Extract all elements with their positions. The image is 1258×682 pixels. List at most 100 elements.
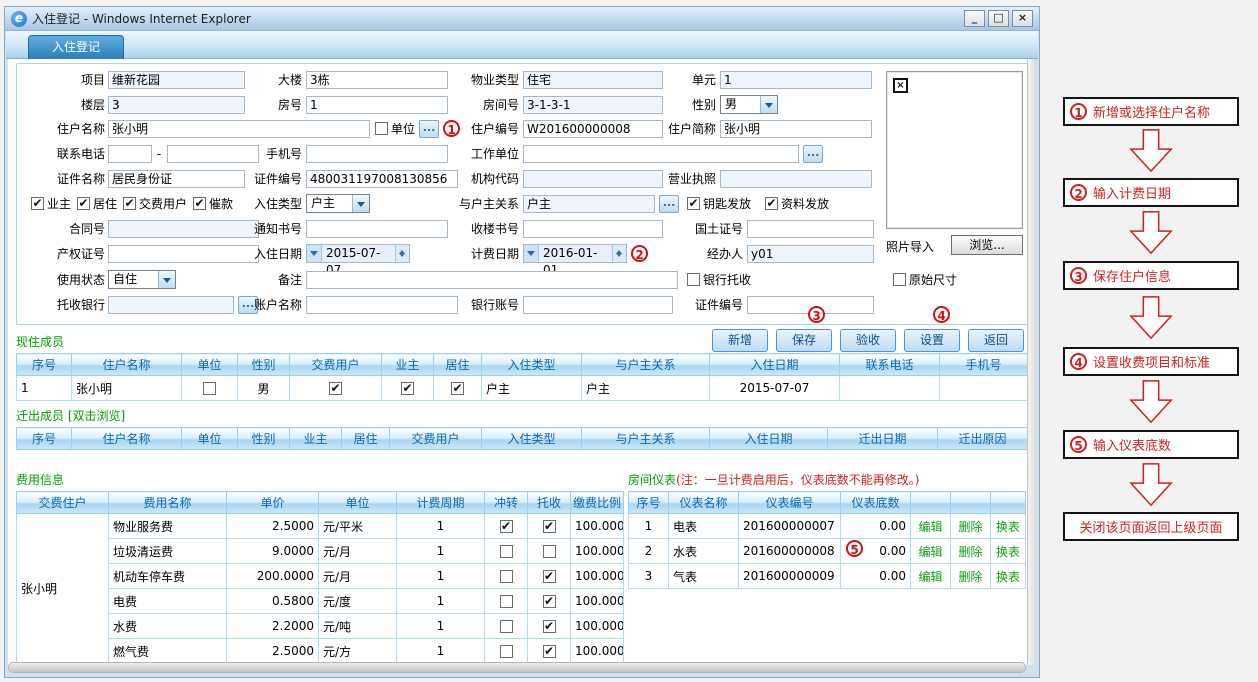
billing-date-dropdown-icon[interactable]	[524, 245, 539, 262]
land-cert-no-input[interactable]	[747, 220, 874, 238]
fee-row[interactable]: 垃圾清运费 9.0000 元/月 1 100.000	[17, 539, 624, 564]
down-arrow-icon	[1128, 379, 1174, 425]
resident-short-input[interactable]: 张小明	[720, 120, 872, 138]
resident-name-browse-button[interactable]: ...	[419, 120, 439, 138]
meter-edit-link[interactable]: 编辑	[918, 545, 942, 559]
tab-checkin[interactable]: 入住登记	[28, 35, 124, 59]
room-no-input[interactable]: 1	[306, 96, 448, 114]
fee-chongzhuan-checkbox[interactable]	[500, 520, 513, 533]
cert-name-input[interactable]: 居民身份证	[108, 170, 245, 188]
vertical-scrollbar[interactable]	[1027, 59, 1037, 665]
work-unit-browse-button[interactable]: ...	[803, 145, 823, 163]
fee-row[interactable]: 水费 2.2000 元/吨 1 100.000	[17, 614, 624, 639]
original-size-checkbox[interactable]	[893, 273, 906, 286]
fee-row[interactable]: 机动车停车费 200.0000 元/月 1 100.000	[17, 564, 624, 589]
moveout-header-row: 序号 住户名称 单位 性别 业主 居住 交费用户 入住类型 与户主关系 入住日期…	[17, 428, 1028, 450]
meter-delete-link[interactable]: 删除	[958, 520, 982, 534]
floor-input[interactable]: 3	[108, 96, 245, 114]
bank-account-input[interactable]	[523, 296, 673, 314]
close-button[interactable]: ×	[1012, 10, 1033, 27]
meter-swap-link[interactable]: 换表	[996, 520, 1020, 534]
unit-checkbox[interactable]	[375, 122, 388, 135]
fee-tuoshou-checkbox[interactable]	[543, 570, 556, 583]
key-issue-checkbox[interactable]	[687, 197, 700, 210]
fee-chongzhuan-checkbox[interactable]	[500, 645, 513, 658]
checkin-date-dropdown-icon[interactable]	[307, 245, 322, 262]
meter-delete-link[interactable]: 删除	[958, 570, 982, 584]
contact-phone-area-input[interactable]	[108, 145, 152, 163]
operator-input[interactable]: y01	[747, 245, 874, 263]
save-button[interactable]: 保存	[776, 329, 832, 352]
fee-tuoshou-checkbox[interactable]	[543, 595, 556, 608]
member-reside-checkbox[interactable]	[451, 382, 464, 395]
meter-swap-link[interactable]: 换表	[996, 545, 1020, 559]
step-3: 3 保存住户信息	[1063, 261, 1239, 290]
settings-button[interactable]: 设置	[904, 329, 960, 352]
payer-checkbox[interactable]	[123, 197, 136, 210]
collect-bank-input[interactable]	[108, 296, 234, 314]
fee-tuoshou-checkbox[interactable]	[543, 645, 556, 658]
owner-checkbox[interactable]	[31, 197, 44, 210]
minimize-button[interactable]: _	[964, 10, 985, 27]
step-3-text: 保存住户信息	[1093, 266, 1171, 285]
step-5-text: 输入仪表底数	[1093, 435, 1171, 454]
meter-row[interactable]: 1 电表 201600000007 0.00 编辑 删除 换表	[629, 514, 1026, 539]
billing-date-spinner[interactable]	[612, 245, 626, 262]
mobile-input[interactable]	[306, 145, 448, 163]
fee-row[interactable]: 张小明 物业服务费 2.5000 元/平米 1 100.000	[17, 514, 624, 539]
resident-name-label: 住户名称	[23, 120, 105, 138]
property-cert-no-input[interactable]	[108, 245, 259, 263]
usage-status-select[interactable]: 自住	[108, 270, 176, 289]
fee-tuoshou-checkbox[interactable]	[543, 520, 556, 533]
resident-name-input[interactable]: 张小明	[108, 120, 370, 138]
contract-no-input[interactable]	[108, 220, 259, 238]
account-name-input[interactable]	[306, 296, 458, 314]
fee-chongzhuan-checkbox[interactable]	[500, 545, 513, 558]
photo-browse-button[interactable]: 浏览...	[951, 235, 1023, 255]
gender-select[interactable]: 男	[720, 95, 778, 114]
checkin-type-select[interactable]: 户主	[306, 194, 370, 213]
fee-tuoshou-checkbox[interactable]	[543, 620, 556, 633]
bank-collect-checkbox[interactable]	[687, 273, 700, 286]
unit-input[interactable]: 1	[720, 71, 872, 89]
fee-row[interactable]: 燃气费 2.5000 元/方 1 100.000	[17, 639, 624, 664]
fee-tuoshou-checkbox[interactable]	[543, 545, 556, 558]
checkin-type-label: 入住类型	[242, 195, 302, 213]
remark-input[interactable]	[306, 271, 678, 289]
billing-date-picker[interactable]: 2016-01-01	[523, 244, 627, 263]
fee-chongzhuan-checkbox[interactable]	[500, 620, 513, 633]
householder-rel-input[interactable]: 户主	[523, 195, 655, 213]
member-owner-checkbox[interactable]	[401, 382, 414, 395]
maximize-button[interactable]: □	[988, 10, 1009, 27]
add-button[interactable]: 新增	[712, 329, 768, 352]
building-input[interactable]: 3栋	[306, 71, 448, 89]
meter-swap-link[interactable]: 换表	[996, 570, 1020, 584]
dunning-checkbox[interactable]	[193, 197, 206, 210]
room-no-label: 房号	[242, 96, 302, 114]
meter-delete-link[interactable]: 删除	[958, 545, 982, 559]
checkin-date-spinner[interactable]	[395, 245, 409, 262]
fee-chongzhuan-checkbox[interactable]	[500, 570, 513, 583]
accept-button[interactable]: 验收	[840, 329, 896, 352]
member-payer-checkbox[interactable]	[329, 382, 342, 395]
material-issue-checkbox[interactable]	[765, 197, 778, 210]
project-input[interactable]: 维新花园	[108, 71, 245, 89]
horizontal-scrollbar[interactable]	[8, 662, 1026, 673]
current-member-row[interactable]: 1 张小明 男 户主 户主 2015-07-07	[17, 376, 1028, 401]
meter-row[interactable]: 3 气表 201600000009 0.00 编辑 删除 换表	[629, 564, 1026, 589]
checkin-date-picker[interactable]: 2015-07-07	[306, 244, 410, 263]
reside-checkbox[interactable]	[77, 197, 90, 210]
return-button[interactable]: 返回	[968, 329, 1024, 352]
householder-rel-browse-button[interactable]: ...	[659, 195, 679, 213]
business-license-input[interactable]	[720, 170, 872, 188]
cert-no-input[interactable]: 480031197008130856	[306, 170, 458, 188]
meter-row[interactable]: 2 水表 201600000008 0.00 编辑 删除 换表	[629, 539, 1026, 564]
fee-row[interactable]: 电费 0.5800 元/度 1 100.000	[17, 589, 624, 614]
receipt-no-input[interactable]	[523, 220, 663, 238]
notice-no-input[interactable]	[306, 220, 448, 238]
meter-edit-link[interactable]: 编辑	[918, 570, 942, 584]
work-unit-input[interactable]	[523, 145, 799, 163]
fee-chongzhuan-checkbox[interactable]	[500, 595, 513, 608]
meter-edit-link[interactable]: 编辑	[918, 520, 942, 534]
member-unit-checkbox[interactable]	[203, 382, 216, 395]
